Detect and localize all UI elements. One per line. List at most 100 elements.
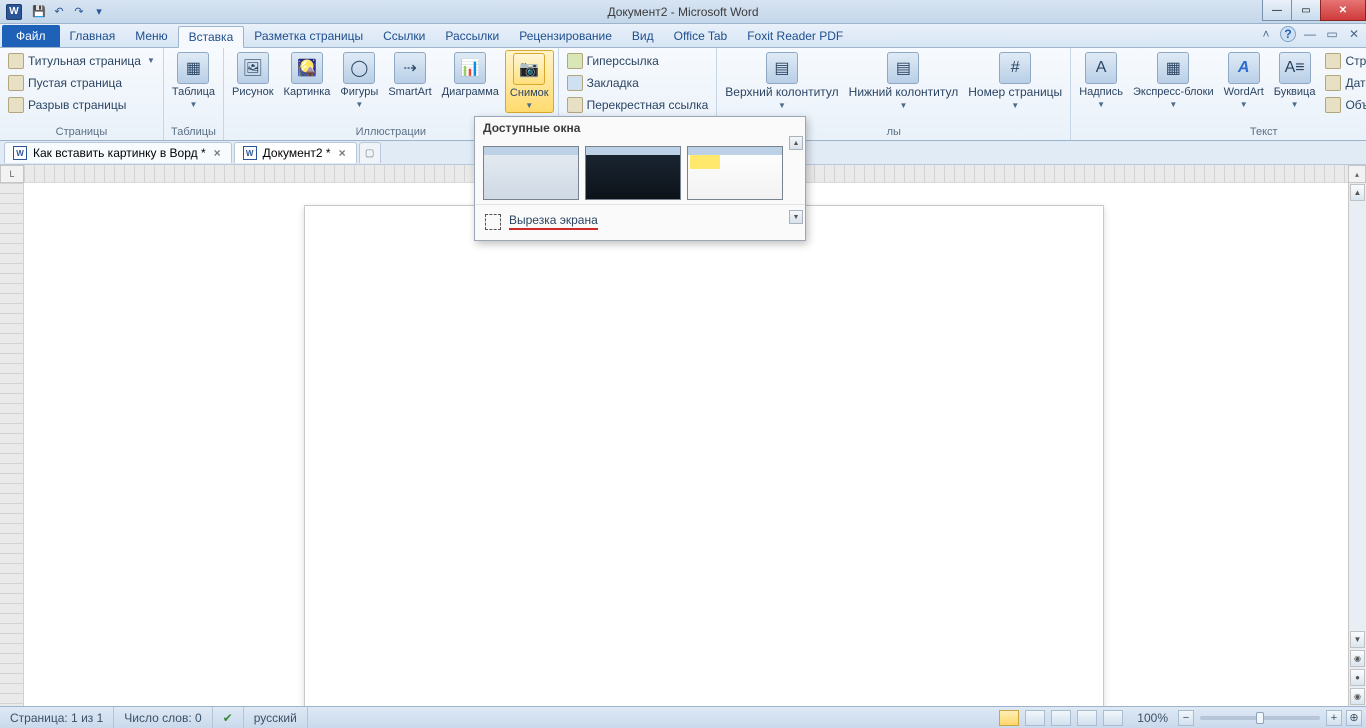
object-icon (1325, 97, 1341, 113)
zoom-level[interactable]: 100% (1127, 707, 1178, 728)
document-tab-2[interactable]: W Документ2 * × (234, 142, 357, 163)
page-number-button[interactable]: #Номер страницы▼ (964, 50, 1066, 112)
help-button[interactable]: ? (1280, 26, 1296, 42)
wordart-button[interactable]: AWordArt▼ (1220, 50, 1268, 111)
close-tab-icon[interactable]: × (212, 146, 223, 160)
scroll-up-button[interactable]: ▲ (1350, 184, 1365, 201)
maximize-button[interactable]: ▭ (1291, 0, 1321, 21)
vertical-scrollbar[interactable]: ▲ ▼ ◉ ● ◉ (1348, 183, 1366, 706)
new-document-tab[interactable]: ▢ (359, 142, 381, 163)
label: Нижний колонтитул (849, 86, 959, 99)
gallery-spin-up[interactable]: ▲ (789, 136, 803, 150)
gallery-spin-down[interactable]: ▼ (789, 210, 803, 224)
dropcap-button[interactable]: A≡Буквица▼ (1270, 50, 1320, 111)
chevron-down-icon: ▼ (1291, 100, 1299, 109)
tab-page-layout[interactable]: Разметка страницы (244, 25, 373, 47)
view-full-screen[interactable] (1025, 710, 1045, 726)
minimize-button[interactable]: — (1262, 0, 1292, 21)
word-app-icon: W (6, 4, 22, 20)
tab-menu[interactable]: Меню (125, 25, 177, 47)
textbox-icon: A (1085, 52, 1117, 84)
label: Снимок (510, 87, 549, 99)
doc-restore-button[interactable]: ▭ (1324, 26, 1340, 42)
status-word-count[interactable]: Число слов: 0 (114, 707, 212, 728)
picture-button[interactable]: 🖼Рисунок (228, 50, 278, 100)
table-button[interactable]: ▦ Таблица ▼ (168, 50, 219, 111)
tab-insert[interactable]: Вставка (178, 26, 245, 48)
window-thumbnail-3[interactable] (687, 146, 783, 200)
signature-line-button[interactable]: Строка подписи▼ (1321, 50, 1366, 71)
crossref-button[interactable]: Перекрестная ссылка (563, 94, 713, 115)
datetime-button[interactable]: Дата и время (1321, 72, 1366, 93)
window-thumbnail-2[interactable] (585, 146, 681, 200)
scroll-track[interactable] (1349, 202, 1366, 630)
window-thumbnail-1[interactable] (483, 146, 579, 200)
header-button[interactable]: ▤Верхний колонтитул▼ (721, 50, 842, 112)
status-page[interactable]: Страница: 1 из 1 (0, 707, 114, 728)
available-windows-gallery: ▲ ▼ (475, 140, 805, 204)
object-button[interactable]: Объект▼ (1321, 94, 1366, 115)
doc-close-button[interactable]: ✕ (1346, 26, 1362, 42)
status-proofing[interactable]: ✔ (213, 707, 244, 728)
tab-selector[interactable]: L (0, 165, 24, 183)
zoom-dialog-button[interactable]: ⊕ (1346, 710, 1362, 726)
header-icon: ▤ (766, 52, 798, 84)
tab-foxit-pdf[interactable]: Foxit Reader PDF (737, 25, 853, 47)
bookmark-button[interactable]: Закладка (563, 72, 713, 93)
ruler-toggle[interactable]: ▴ (1348, 165, 1366, 183)
zoom-slider-knob[interactable] (1256, 712, 1264, 724)
tab-references[interactable]: Ссылки (373, 25, 435, 47)
browse-object-button[interactable]: ● (1350, 669, 1365, 686)
doc-minimize-button[interactable]: — (1302, 26, 1318, 42)
crossref-icon (567, 97, 583, 113)
view-draft[interactable] (1103, 710, 1123, 726)
chevron-down-icon: ▼ (525, 101, 533, 110)
zoom-slider[interactable] (1200, 716, 1320, 720)
blank-page-icon (8, 75, 24, 91)
minimize-ribbon-button[interactable]: ˄ (1258, 26, 1274, 42)
tab-home[interactable]: Главная (60, 25, 126, 47)
document-area: ▲ ▼ ◉ ● ◉ (0, 183, 1366, 706)
screen-clipping-item[interactable]: Вырезка экрана (475, 204, 805, 240)
view-web-layout[interactable] (1051, 710, 1071, 726)
undo-button[interactable]: ↶ (50, 3, 68, 21)
redo-button[interactable]: ↷ (70, 3, 88, 21)
tab-office-tab[interactable]: Office Tab (664, 25, 738, 47)
chart-button[interactable]: 📊Диаграмма (438, 50, 503, 100)
view-outline[interactable] (1077, 710, 1097, 726)
label: Таблица (172, 86, 215, 98)
textbox-button[interactable]: AНадпись▼ (1075, 50, 1127, 111)
file-tab[interactable]: Файл (2, 25, 60, 47)
chevron-down-icon: ▼ (899, 101, 907, 110)
close-tab-icon[interactable]: × (337, 146, 348, 160)
cover-page-button[interactable]: Титульная страница▼ (4, 50, 159, 71)
clipart-button[interactable]: 🎑Картинка (280, 50, 335, 100)
save-button[interactable]: 💾 (30, 3, 48, 21)
blank-page-button[interactable]: Пустая страница (4, 72, 159, 93)
vertical-ruler[interactable] (0, 183, 24, 706)
tab-review[interactable]: Рецензирование (509, 25, 622, 47)
word-doc-icon: W (13, 146, 27, 160)
status-language[interactable]: русский (244, 707, 308, 728)
document-tab-1[interactable]: W Как вставить картинку в Ворд * × (4, 142, 232, 163)
hyperlink-button[interactable]: Гиперссылка (563, 50, 713, 71)
tab-view[interactable]: Вид (622, 25, 664, 47)
label: Перекрестная ссылка (587, 98, 709, 112)
tab-mailings[interactable]: Рассылки (435, 25, 509, 47)
page-break-button[interactable]: Разрыв страницы (4, 94, 159, 115)
scroll-down-button[interactable]: ▼ (1350, 631, 1365, 648)
close-button[interactable]: ✕ (1320, 0, 1366, 21)
footer-button[interactable]: ▤Нижний колонтитул▼ (845, 50, 963, 112)
document-canvas[interactable] (24, 183, 1348, 706)
prev-page-button[interactable]: ◉ (1350, 650, 1365, 667)
qat-dropdown[interactable]: ▾ (90, 3, 108, 21)
view-print-layout[interactable] (999, 710, 1019, 726)
screenshot-button[interactable]: 📷Снимок▼ (505, 50, 554, 113)
quickparts-button[interactable]: ▦Экспресс-блоки▼ (1129, 50, 1218, 111)
smartart-button[interactable]: ⇢SmartArt (384, 50, 435, 100)
next-page-button[interactable]: ◉ (1350, 688, 1365, 705)
zoom-in-button[interactable]: + (1326, 710, 1342, 726)
title-bar: W 💾 ↶ ↷ ▾ Документ2 - Microsoft Word — ▭… (0, 0, 1366, 24)
shapes-button[interactable]: ◯Фигуры▼ (336, 50, 382, 111)
zoom-out-button[interactable]: − (1178, 710, 1194, 726)
